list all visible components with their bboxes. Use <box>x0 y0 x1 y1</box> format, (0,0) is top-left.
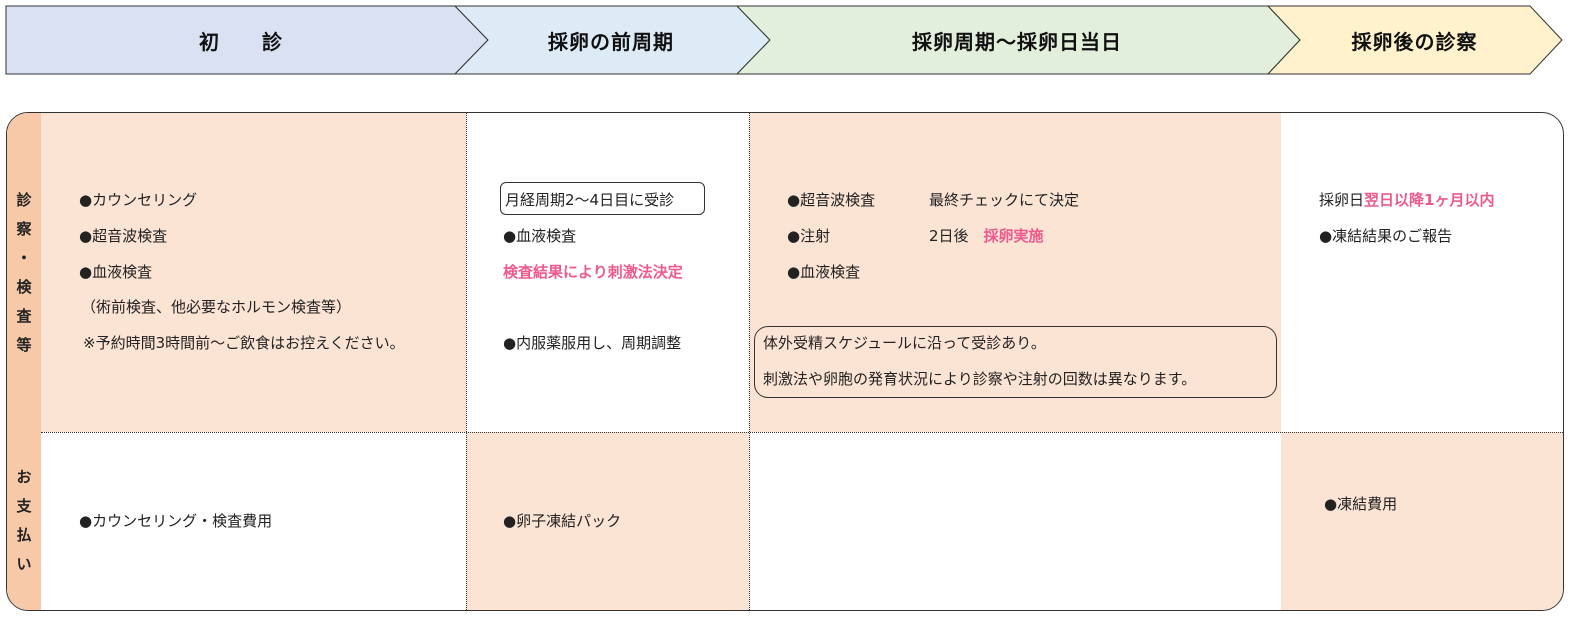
row-header-exam-char: 査 <box>16 306 32 325</box>
row-header-exam-char: 等 <box>16 335 32 354</box>
exam-col2-item: ●内服薬服用し、周期調整 <box>503 334 682 352</box>
row-header-payment-char: 払 <box>16 526 32 544</box>
phase-4-label: 採卵後の診察 <box>1351 29 1478 54</box>
payment-col4-item: ●凍結費用 <box>1324 495 1398 513</box>
exam-col1-note: ※予約時間3時間前～ご飲食はお控えください。 <box>83 334 405 352</box>
phase-2-label: 採卵の前周期 <box>548 29 674 54</box>
row-header-exam-char: 検 <box>16 277 32 296</box>
exam-col1-item: ●超音波検査 <box>79 227 168 245</box>
within-one-month-text: 翌日以降1ヶ月以内 <box>1364 191 1495 209</box>
egg-retrieval-text: 採卵実施 <box>983 227 1044 245</box>
exam-col3-side-note: 最終チェックにて決定 <box>929 191 1080 209</box>
payment-col1-item: ●カウンセリング・検査費用 <box>79 512 273 530</box>
grid-divider <box>749 113 750 610</box>
schedule-table: 診 察 ・ 検 査 等 お 支 払 い ●カウンセリング ●超音波検査 ●血液検… <box>6 112 1564 611</box>
exam-col1-item: ●カウンセリング <box>79 191 198 209</box>
exam-col3-item: ●血液検査 <box>787 263 861 281</box>
exam-col4-item: ●凍結結果のご報告 <box>1319 227 1453 245</box>
exam-col1-item: ●血液検査 <box>79 263 153 281</box>
ivf-schedule-note: 体外受精スケジュールに沿って受診あり。 <box>763 334 1046 352</box>
row-header-payment: お 支 払 い <box>7 432 41 610</box>
grid-divider <box>41 432 1563 433</box>
exam-col1-note: （術前検査、他必要なホルモン検査等） <box>81 298 352 316</box>
row-header-exam: 診 察 ・ 検 査 等 <box>7 113 41 432</box>
row-header-payment-char: お <box>16 468 32 486</box>
row-header-exam-char: ・ <box>16 248 32 267</box>
row-header-exam-char: 察 <box>16 219 32 238</box>
row-header-payment-char: 支 <box>16 497 32 515</box>
phase-1-label: 初 診 <box>199 29 283 54</box>
two-days-later-text: 2日後 <box>929 227 984 245</box>
stimulation-decision-note: 検査結果により刺激法決定 <box>503 263 683 281</box>
result-timing: 採卵日翌日以降1ヶ月以内 <box>1319 189 1494 210</box>
exam-col3-item: ●超音波検査 <box>787 191 876 209</box>
exam-col3-item: ●注射 <box>787 227 831 245</box>
ivf-schedule-note: 刺激法や卵胞の発育状況により診察や注射の回数は異なります。 <box>763 370 1197 388</box>
row-header-exam-char: 診 <box>16 190 32 209</box>
cell-payment-col4 <box>1281 432 1563 610</box>
retrieval-day-text: 採卵日 <box>1319 191 1365 209</box>
exam-col2-item: ●血液検査 <box>503 227 577 245</box>
phase-3-label: 採卵周期～採卵日当日 <box>912 29 1122 54</box>
phase-chevrons: 初 診 採卵の前周期 採卵周期～採卵日当日 採卵後の診察 <box>0 0 1583 80</box>
payment-col2-item: ●卵子凍結パック <box>503 512 622 530</box>
cycle-day-text: 月経周期2～4日目に受診 <box>505 191 675 209</box>
grid-divider <box>466 113 467 610</box>
exam-col3-side-note: 2日後 採卵実施 <box>929 225 1044 246</box>
row-header-payment-char: い <box>16 555 32 573</box>
